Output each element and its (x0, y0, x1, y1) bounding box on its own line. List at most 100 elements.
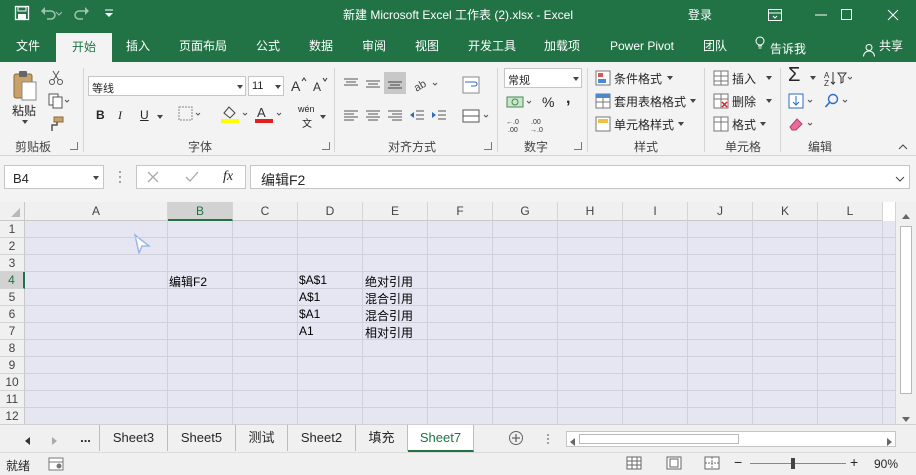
close-icon[interactable] (870, 0, 916, 30)
add-sheet-icon[interactable] (508, 430, 524, 449)
format-cells-dropdown-icon[interactable] (760, 122, 766, 126)
sheet-tab-test[interactable]: 测试 (236, 425, 288, 451)
comma-style-button[interactable]: , (566, 90, 570, 108)
orientation-icon[interactable]: ab (412, 76, 440, 95)
cut-icon[interactable] (48, 70, 64, 89)
delete-cells-dropdown-icon[interactable] (766, 99, 772, 103)
italic-button[interactable]: I (118, 108, 122, 123)
insert-cells-dropdown-icon[interactable] (766, 76, 772, 80)
autosum-button[interactable]: Σ (788, 64, 800, 87)
row-header-6[interactable]: 6 (0, 306, 25, 323)
conditional-formatting-icon[interactable] (595, 70, 611, 89)
cell-d4[interactable]: $A$1 (299, 273, 327, 287)
bold-button[interactable]: B (96, 108, 105, 122)
accounting-format-icon[interactable] (506, 94, 534, 115)
split-handle-icon[interactable] (546, 433, 550, 448)
tab-team[interactable]: 团队 (694, 30, 736, 62)
tab-power-pivot[interactable]: Power Pivot (600, 30, 684, 62)
cancel-icon[interactable] (147, 171, 159, 186)
column-header-d[interactable]: D (298, 202, 363, 221)
tab-page-layout[interactable]: 页面布局 (170, 30, 236, 62)
column-header-c[interactable]: C (233, 202, 298, 221)
autosum-dropdown-icon[interactable] (810, 76, 816, 80)
collapse-ribbon-icon[interactable] (898, 140, 908, 154)
tab-view[interactable]: 视图 (404, 30, 450, 62)
copy-icon[interactable] (48, 93, 70, 112)
column-header-g[interactable]: G (493, 202, 558, 221)
vertical-scrollbar[interactable] (895, 202, 916, 424)
scroll-left-icon[interactable] (569, 435, 575, 449)
delete-cells-icon[interactable] (713, 93, 729, 112)
tab-file[interactable]: 文件 (4, 30, 52, 62)
row-header-4[interactable]: 4 (0, 272, 25, 289)
align-bottom-icon[interactable] (384, 72, 406, 94)
horizontal-scroll-thumb[interactable] (579, 434, 739, 444)
sort-filter-icon[interactable]: AZ (824, 70, 853, 89)
cell-styles-icon[interactable] (595, 116, 611, 135)
share-button[interactable]: 共享 (862, 30, 903, 62)
wrap-text-icon[interactable] (462, 76, 480, 97)
cell-styles-dropdown-icon[interactable] (678, 122, 684, 126)
next-sheet-icon[interactable] (52, 434, 58, 448)
cell-area[interactable]: 编辑F2 $A$1 绝对引用 A$1 混合引用 $A1 混合引用 A1 相对引用 (25, 221, 895, 424)
increase-indent-icon[interactable] (430, 108, 448, 127)
zoom-level[interactable]: 90% (874, 457, 898, 471)
fill-color-icon[interactable] (220, 104, 250, 127)
cell-styles-button[interactable]: 单元格样式 (614, 116, 674, 133)
underline-dropdown-icon[interactable] (157, 115, 163, 119)
alignment-launcher-icon[interactable] (484, 142, 492, 150)
row-header-12[interactable]: 12 (0, 408, 25, 425)
format-as-table-dropdown-icon[interactable] (690, 99, 696, 103)
cell-d5[interactable]: A$1 (299, 290, 320, 304)
align-right-icon[interactable] (386, 108, 404, 127)
column-header-i[interactable]: I (623, 202, 688, 221)
cell-d6[interactable]: $A1 (299, 307, 320, 321)
phonetic-dropdown-icon[interactable] (320, 115, 326, 119)
column-header-a[interactable]: A (25, 202, 168, 221)
align-center-icon[interactable] (364, 108, 382, 127)
borders-icon[interactable] (178, 106, 202, 125)
format-cells-icon[interactable] (713, 116, 729, 135)
row-header-2[interactable]: 2 (0, 238, 25, 255)
zoom-out-button[interactable]: − (734, 454, 742, 470)
decrease-font-size-icon[interactable]: A (312, 76, 330, 97)
insert-cells-icon[interactable] (713, 70, 729, 89)
conditional-formatting-dropdown-icon[interactable] (667, 76, 673, 80)
scroll-up-icon[interactable] (902, 208, 910, 222)
expand-formula-bar-icon[interactable] (895, 172, 905, 186)
paste-dropdown-icon[interactable] (22, 120, 28, 124)
tab-insert[interactable]: 插入 (114, 30, 162, 62)
conditional-formatting-button[interactable]: 条件格式 (614, 70, 662, 87)
fill-icon[interactable] (788, 93, 816, 112)
row-header-1[interactable]: 1 (0, 221, 25, 238)
row-header-5[interactable]: 5 (0, 289, 25, 306)
zoom-slider-track[interactable] (750, 463, 846, 464)
column-header-f[interactable]: F (428, 202, 493, 221)
format-as-table-icon[interactable] (595, 93, 611, 112)
prev-sheet-icon[interactable] (24, 434, 30, 448)
sheet-tab-more[interactable]: ... (72, 425, 100, 451)
clear-icon[interactable] (788, 116, 816, 135)
format-as-table-button[interactable]: 套用表格格式 (614, 93, 686, 110)
number-format-select[interactable]: 常规 (504, 68, 582, 88)
column-header-j[interactable]: J (688, 202, 753, 221)
phonetic-guide-button[interactable]: wén (298, 104, 315, 114)
tell-me-search[interactable]: 告诉我 (754, 30, 806, 62)
tab-formulas[interactable]: 公式 (246, 30, 290, 62)
delete-cells-button[interactable]: 删除 (732, 93, 756, 110)
column-header-l[interactable]: L (818, 202, 883, 221)
maximize-icon[interactable] (824, 0, 870, 30)
page-break-view-icon[interactable] (704, 456, 720, 473)
paste-label[interactable]: 粘贴 (12, 102, 36, 119)
row-header-9[interactable]: 9 (0, 357, 25, 374)
formula-input[interactable]: 编辑F2 (250, 165, 910, 189)
sheet-tab-fill[interactable]: 填充 (356, 425, 408, 451)
sheet-tab-sheet3[interactable]: Sheet3 (100, 425, 168, 451)
more-options-icon[interactable] (118, 170, 122, 187)
select-all-corner[interactable] (0, 202, 25, 221)
format-cells-button[interactable]: 格式 (732, 116, 756, 133)
sheet-tab-sheet5[interactable]: Sheet5 (168, 425, 236, 451)
tab-developer[interactable]: 开发工具 (458, 30, 526, 62)
insert-function-button[interactable]: fx (223, 169, 233, 185)
font-name-select[interactable]: 等线 (88, 76, 246, 96)
